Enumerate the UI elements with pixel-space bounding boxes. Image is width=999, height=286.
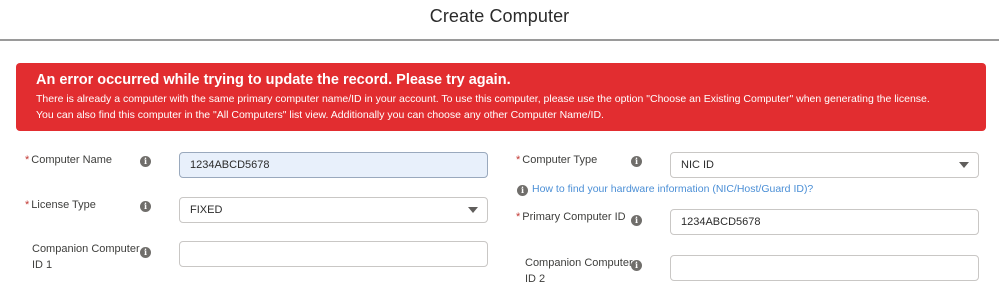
companion-computer-id-2-label: Companion Computer ID 2 (525, 257, 633, 285)
computer-type-value: NIC ID (681, 159, 714, 171)
computer-name-label: * Computer Name (25, 154, 112, 166)
companion-computer-id-1-label: Companion Computer ID 1 (32, 243, 140, 271)
companion-computer-id-1-input[interactable] (179, 241, 488, 267)
license-type-label: * License Type (25, 199, 96, 211)
computer-type-label: * Computer Type (516, 154, 598, 166)
error-message-line-2: You can also find this computer in the "… (36, 109, 604, 121)
info-icon[interactable]: i (140, 247, 151, 258)
info-icon: i (517, 185, 528, 196)
page-header: Create Computer (0, 0, 999, 41)
info-icon[interactable]: i (140, 156, 151, 167)
computer-name-input[interactable]: 1234ABCD5678 (179, 152, 488, 178)
primary-computer-id-label: * Primary Computer ID (516, 211, 626, 223)
required-mark: * (25, 154, 30, 166)
chevron-down-icon (959, 162, 969, 168)
info-icon[interactable]: i (140, 201, 151, 212)
error-title: An error occurred while trying to update… (36, 72, 511, 88)
error-message-line-1: There is already a computer with the sam… (36, 93, 930, 105)
error-banner: An error occurred while trying to update… (16, 63, 986, 131)
companion-computer-id-2-input[interactable] (670, 255, 979, 281)
info-icon[interactable]: i (631, 215, 642, 226)
info-icon[interactable]: i (631, 156, 642, 167)
license-type-select[interactable]: FIXED (179, 197, 488, 223)
hardware-info-help-link[interactable]: i How to find your hardware information (… (517, 183, 813, 196)
info-icon[interactable]: i (631, 260, 642, 271)
computer-type-select[interactable]: NIC ID (670, 152, 979, 178)
license-type-value: FIXED (190, 204, 223, 216)
required-mark: * (516, 154, 521, 166)
primary-computer-id-input[interactable]: 1234ABCD5678 (670, 209, 979, 235)
chevron-down-icon (468, 207, 478, 213)
page-title: Create Computer (429, 6, 570, 26)
required-mark: * (25, 199, 30, 211)
required-mark: * (516, 211, 521, 223)
